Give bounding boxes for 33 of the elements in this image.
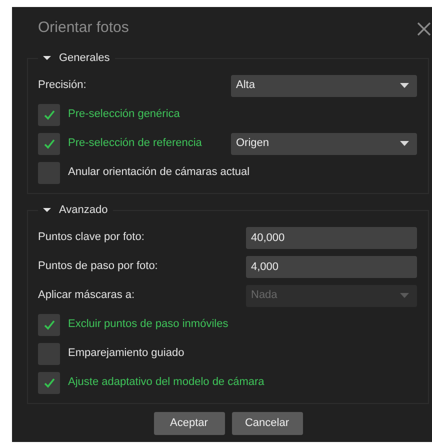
- checkmark-icon: [44, 320, 54, 330]
- caret-icon: [400, 141, 409, 146]
- checkbox-label: Pre-selección de referencia: [68, 136, 202, 152]
- checkbox-label: Excluir puntos de paso inmóviles: [68, 317, 228, 332]
- checkbox[interactable]: [38, 104, 60, 126]
- triangle-down-icon: [43, 206, 51, 214]
- dialog-button[interactable]: Cancelar: [232, 412, 302, 435]
- checkbox[interactable]: [38, 342, 60, 364]
- checkmark-icon: [44, 378, 54, 388]
- checkbox[interactable]: [38, 372, 60, 394]
- field-label: Precisión:: [38, 78, 88, 94]
- checkbox-label: Anular orientación de cámaras actual: [68, 165, 250, 180]
- triangle-down-icon: [43, 54, 51, 62]
- dialog-button[interactable]: Aceptar: [154, 412, 224, 435]
- checkbox-label: Emparejamiento guiado: [68, 346, 184, 362]
- checkmark-icon: [44, 138, 54, 148]
- checkbox[interactable]: [38, 314, 60, 336]
- dropdown[interactable]: Origen: [231, 132, 417, 154]
- dropdown[interactable]: Alta: [231, 74, 417, 96]
- input-field[interactable]: 4,000: [246, 256, 417, 278]
- checkmark-icon: [44, 110, 54, 120]
- window-title: Orientar fotos: [38, 18, 129, 38]
- input-field[interactable]: 40,000: [246, 226, 417, 248]
- caret-icon: [400, 83, 409, 88]
- field-label: Puntos de paso por foto:: [38, 259, 159, 274]
- checkbox-label: Ajuste adaptativo del modelo de cámara: [68, 375, 264, 390]
- caret-icon: [400, 293, 409, 298]
- field-label: Aplicar máscaras a:: [38, 288, 136, 304]
- checkbox-label: Pre-selección genérica: [68, 107, 180, 122]
- checkbox[interactable]: [38, 132, 60, 154]
- checkbox[interactable]: [38, 162, 60, 184]
- field-label: Puntos clave por foto:: [38, 230, 146, 246]
- close-icon[interactable]: [417, 22, 431, 36]
